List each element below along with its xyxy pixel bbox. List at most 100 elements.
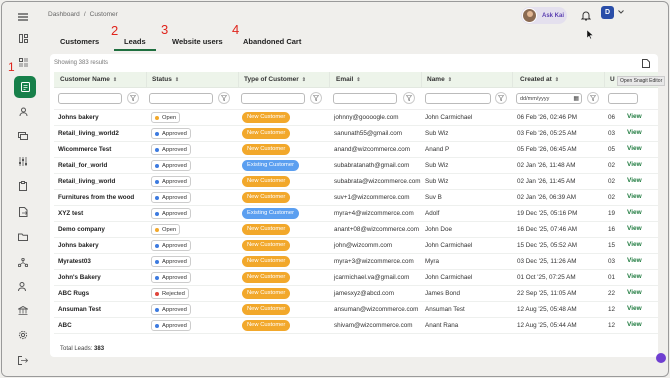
table-row[interactable]: XYZ test Approved Existing Customer myra+4@… [54, 206, 658, 222]
customer-name-cell[interactable]: Furnitures from the wood [58, 194, 134, 201]
table-row[interactable]: Retail_living_world2 Approved New Customer… [54, 126, 658, 142]
customer-name-filter[interactable] [58, 93, 122, 104]
customer-name-cell[interactable]: XYZ test [58, 210, 83, 217]
type-filter[interactable] [241, 93, 305, 104]
table-row[interactable]: Retail_for_world Approved Existing Custome… [54, 158, 658, 174]
user-icon[interactable] [15, 103, 31, 119]
view-link[interactable]: View [627, 321, 642, 328]
breadcrumb-dashboard[interactable]: Dashboard [48, 11, 80, 18]
sort-icon[interactable]: ⇕ [302, 77, 306, 83]
table-row[interactable]: Myratest03 Approved New Customer myra+3@wiz… [54, 254, 658, 270]
table-row[interactable]: John's Bakery Approved New Customer jcarmic… [54, 270, 658, 286]
filter-button[interactable] [218, 92, 230, 104]
filter-button[interactable] [587, 92, 599, 104]
view-link[interactable]: View [627, 225, 642, 232]
customer-name-cell[interactable]: Myratest03 [58, 258, 91, 265]
col-name[interactable]: Name ⇕ [427, 76, 452, 83]
customer-name-cell[interactable]: Ansuman Test [58, 306, 101, 313]
col-updated[interactable]: U [610, 76, 615, 83]
col-customer-name[interactable]: Customer Name ⇕ [60, 76, 117, 83]
updated-date-filter[interactable] [608, 93, 638, 104]
sidebar-item-customers[interactable] [14, 76, 36, 98]
settings-icon[interactable] [15, 327, 31, 343]
filter-button[interactable] [403, 92, 415, 104]
table-row[interactable]: Johns bakery Open New Customer johnny@goooo… [54, 110, 658, 126]
filter-button[interactable] [495, 92, 507, 104]
menu-icon[interactable] [15, 9, 31, 25]
customer-name-cell[interactable]: Johns bakery [58, 242, 99, 249]
file-export-icon[interactable] [15, 204, 31, 220]
ask-kai-button[interactable]: Ask Kai [521, 7, 567, 24]
view-link[interactable]: View [627, 177, 642, 184]
created-date-filter[interactable]: dd/mm/yyyy ▦ [516, 93, 582, 104]
table-row[interactable]: ABC Approved New Customer shivam@wizcommerc… [54, 318, 658, 334]
table-row[interactable]: Wicommerce Test Approved New Customer anand… [54, 142, 658, 158]
tab-leads[interactable]: Leads [124, 37, 146, 46]
view-link[interactable]: View [627, 241, 642, 248]
col-created[interactable]: Created at ⇕ [520, 76, 559, 83]
table-row[interactable]: Demo company Open New Customer anant+08@wiz… [54, 222, 658, 238]
name-cell: Ansuman Test [425, 306, 465, 313]
customer-name-cell[interactable]: John's Bakery [58, 274, 101, 281]
user-avatar[interactable]: D [601, 6, 614, 19]
customer-name-cell[interactable]: ABC Rugs [58, 290, 89, 297]
col-status[interactable]: Status ⇕ [152, 76, 179, 83]
cards-icon[interactable] [15, 128, 31, 144]
view-link[interactable]: View [627, 289, 642, 296]
bell-icon[interactable] [581, 10, 591, 21]
customer-name-cell[interactable]: Retail_living_world [58, 178, 115, 185]
table-row[interactable]: ABC Rugs Rejected New Customer jamesxyz@abc… [54, 286, 658, 302]
table-row[interactable]: Retail_living_world Approved New Customer s… [54, 174, 658, 190]
tab-website-users[interactable]: Website users [172, 37, 223, 46]
filter-button[interactable] [310, 92, 322, 104]
status-dot [155, 308, 159, 312]
status-label: Approved [162, 275, 187, 281]
sort-icon[interactable]: ⇕ [555, 77, 559, 83]
filters-icon[interactable] [15, 153, 31, 169]
email-cell: jcarmichael.va@gmail.com [334, 274, 410, 281]
customer-name-cell[interactable]: Wicommerce Test [58, 146, 111, 153]
name-filter[interactable] [425, 93, 491, 104]
bank-icon[interactable] [15, 302, 31, 318]
view-link[interactable]: View [627, 193, 642, 200]
view-link[interactable]: View [627, 129, 642, 136]
table-row[interactable]: Johns bakery Approved New Customer john@wiz… [54, 238, 658, 254]
sort-icon[interactable]: ⇕ [113, 77, 117, 83]
customer-name-cell[interactable]: Retail_living_world2 [58, 130, 119, 137]
help-widget-icon[interactable] [656, 353, 666, 363]
view-link[interactable]: View [627, 257, 642, 264]
sort-icon[interactable]: ⇕ [448, 77, 452, 83]
view-link[interactable]: View [627, 273, 642, 280]
view-link[interactable]: View [627, 209, 642, 216]
email-filter[interactable] [333, 93, 397, 104]
table-row[interactable]: Furnitures from the wood Approved New Cust… [54, 190, 658, 206]
view-link[interactable]: View [627, 145, 642, 152]
col-type[interactable]: Type of Customer ⇕ [244, 76, 306, 83]
calendar-icon[interactable]: ▦ [573, 95, 579, 102]
dashboard-icon[interactable] [15, 30, 31, 46]
clipboard-icon[interactable] [15, 178, 31, 194]
customer-name-cell[interactable]: Johns bakery [58, 114, 99, 121]
created-at-cell: 03 Dec '25, 11:26 AM [517, 258, 577, 265]
tab-customers[interactable]: Customers [60, 37, 99, 46]
export-icon[interactable] [642, 59, 650, 68]
sort-icon[interactable]: ⇕ [175, 77, 179, 83]
logout-icon[interactable] [15, 352, 31, 368]
col-email[interactable]: Email ⇕ [336, 76, 361, 83]
status-filter[interactable] [149, 93, 213, 104]
sort-icon[interactable]: ⇕ [356, 77, 360, 83]
view-link[interactable]: View [627, 113, 642, 120]
chevron-down-icon[interactable] [618, 10, 624, 14]
grid-icon[interactable] [15, 54, 31, 70]
network-icon[interactable] [15, 254, 31, 270]
user-settings-icon[interactable] [15, 278, 31, 294]
customer-name-cell[interactable]: Retail_for_world [58, 162, 107, 169]
folder-icon[interactable] [15, 229, 31, 245]
view-link[interactable]: View [627, 305, 642, 312]
tab-abandoned-cart[interactable]: Abandoned Cart [243, 37, 301, 46]
customer-name-cell[interactable]: ABC [58, 322, 72, 329]
customer-name-cell[interactable]: Demo company [58, 226, 105, 233]
table-row[interactable]: Ansuman Test Approved New Customer ansuman@… [54, 302, 658, 318]
view-link[interactable]: View [627, 161, 642, 168]
filter-button[interactable] [127, 92, 139, 104]
